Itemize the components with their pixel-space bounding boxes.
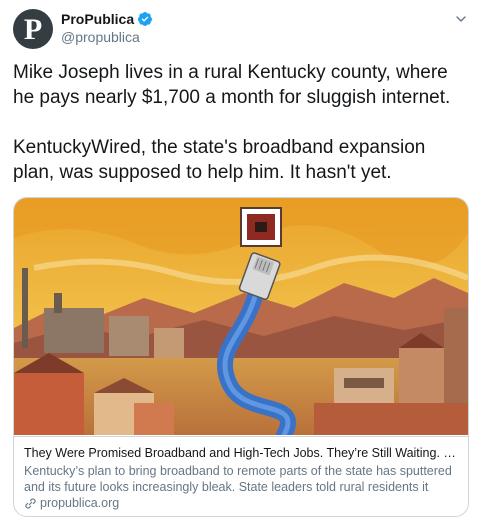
card-body[interactable]: They Were Promised Broadband and High-Te…	[14, 436, 468, 516]
handle[interactable]: @propublica	[61, 29, 140, 45]
tweet: P ProPublica @propublica Mike Joseph liv…	[0, 0, 481, 529]
card-image[interactable]	[14, 198, 468, 435]
author-name-row[interactable]: ProPublica	[61, 11, 153, 27]
tweet-text: Mike Joseph lives in a rural Kentucky co…	[13, 62, 451, 183]
verified-badge-icon	[138, 12, 153, 26]
link-icon	[25, 497, 36, 509]
card-title[interactable]: They Were Promised Broadband and High-Te…	[24, 446, 458, 460]
display-name[interactable]: ProPublica	[61, 11, 134, 27]
chevron-down-icon[interactable]	[455, 13, 467, 25]
card-domain: propublica.org	[40, 496, 120, 510]
avatar-logo-letter: P	[23, 13, 43, 46]
card-domain-row[interactable]: propublica.org	[24, 496, 119, 510]
card-description: Kentucky’s plan to bring broadband to re…	[24, 464, 452, 494]
link-card[interactable]: They Were Promised Broadband and High-Te…	[13, 197, 469, 517]
avatar[interactable]: P	[13, 9, 53, 49]
